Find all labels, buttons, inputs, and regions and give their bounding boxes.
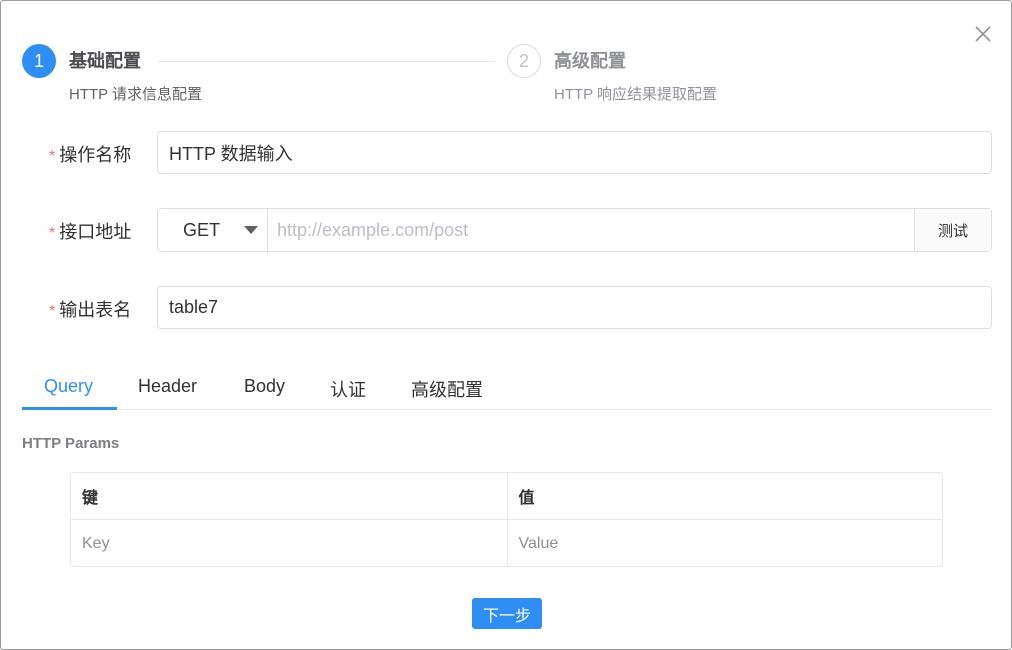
params-section-title: HTTP Params xyxy=(22,435,120,452)
required-mark: * xyxy=(49,225,56,242)
test-button[interactable]: 测试 xyxy=(914,209,991,251)
tab-advanced[interactable]: 高级配置 xyxy=(411,376,483,402)
required-mark: * xyxy=(49,148,56,165)
tabs-divider xyxy=(22,409,992,410)
output-table-input[interactable]: table7 xyxy=(157,286,992,329)
required-mark: * xyxy=(49,303,56,320)
http-config-dialog: 1 基础配置 HTTP 请求信息配置 2 高级配置 HTTP 响应结果提取配置 … xyxy=(0,0,1012,650)
step-1-title: 基础配置 xyxy=(69,51,141,71)
tab-auth[interactable]: 认证 xyxy=(330,376,366,402)
tab-body[interactable]: Body xyxy=(244,376,285,397)
value-input[interactable]: Value xyxy=(506,520,943,567)
params-table: 键 值 Key Value xyxy=(70,472,943,567)
step-2-description: HTTP 响应结果提取配置 xyxy=(554,86,718,103)
close-icon[interactable] xyxy=(973,24,993,44)
url-placeholder: http://example.com/post xyxy=(277,219,469,240)
column-header-value: 值 xyxy=(506,473,943,519)
http-method-select[interactable]: GET xyxy=(158,209,268,251)
key-input[interactable]: Key xyxy=(71,520,507,567)
step-1-number: 1 xyxy=(22,44,56,78)
endpoint-label: * 接口地址 xyxy=(49,218,131,244)
operation-name-input[interactable]: HTTP 数据输入 xyxy=(157,131,992,174)
step-1-description: HTTP 请求信息配置 xyxy=(69,86,203,103)
tab-query[interactable]: Query xyxy=(44,376,93,397)
column-header-key: 键 xyxy=(82,490,99,507)
active-tab-indicator xyxy=(22,407,117,410)
tab-header[interactable]: Header xyxy=(138,376,197,397)
output-table-label: * 输出表名 xyxy=(49,296,131,322)
endpoint-label-text: 接口地址 xyxy=(59,222,132,242)
operation-name-label: * 操作名称 xyxy=(49,141,131,167)
operation-name-label-text: 操作名称 xyxy=(59,145,132,165)
url-input[interactable]: http://example.com/post xyxy=(268,209,914,251)
step-connector xyxy=(158,61,494,62)
table-header-row: 键 值 xyxy=(71,473,942,520)
next-step-button[interactable]: 下一步 xyxy=(472,598,542,629)
http-method-value: GET xyxy=(183,219,221,240)
endpoint-input-group: GET http://example.com/post 测试 xyxy=(157,208,992,252)
output-table-label-text: 输出表名 xyxy=(59,300,132,320)
output-table-value: table7 xyxy=(169,297,219,317)
table-row: Key Value xyxy=(71,520,942,567)
caret-down-icon xyxy=(244,226,258,234)
step-2-title: 高级配置 xyxy=(554,51,626,71)
operation-name-value: HTTP 数据输入 xyxy=(169,143,293,164)
step-2-number: 2 xyxy=(507,44,541,78)
